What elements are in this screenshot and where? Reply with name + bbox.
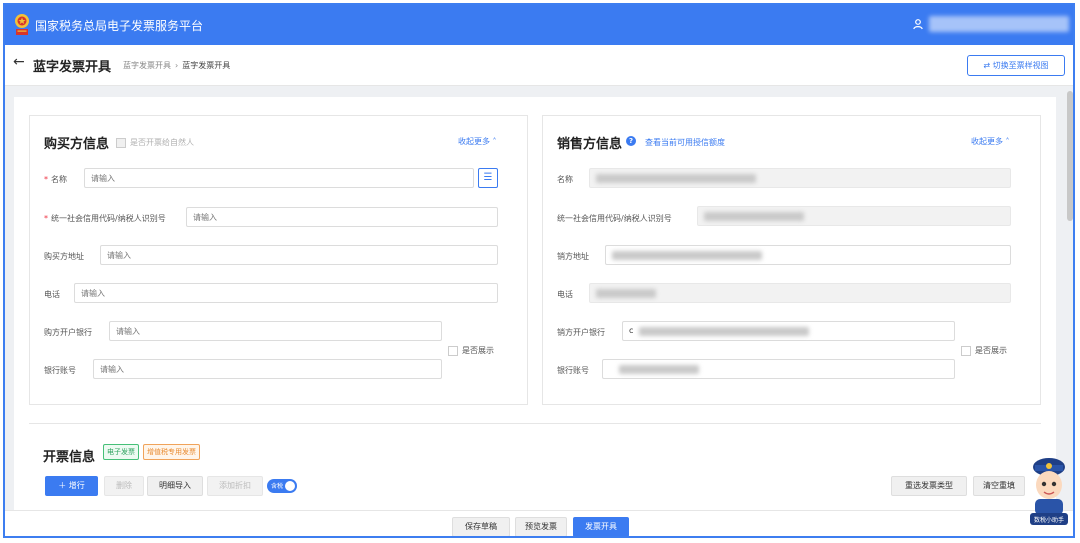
- issue-invoice-button[interactable]: 发票开具: [573, 517, 629, 536]
- seller-panel: 销售方信息 ? 查看当前可用授信额度 收起更多 ˄ 名称 统一社会信用代码/纳税…: [542, 115, 1041, 405]
- redacted-value: [639, 327, 809, 336]
- tax-included-toggle[interactable]: 含税: [267, 479, 297, 493]
- redacted-value: [619, 365, 699, 374]
- seller-bank-label: 销方开户银行: [557, 328, 605, 337]
- buyer-show-checkbox[interactable]: 是否展示: [448, 345, 494, 356]
- add-discount-button[interactable]: 添加折扣: [207, 476, 263, 496]
- checkbox-box[interactable]: [961, 345, 971, 356]
- redacted-value: [704, 212, 804, 221]
- clear-refill-button[interactable]: 清空重填: [973, 476, 1025, 496]
- buyer-phone-label: 电话: [44, 290, 60, 299]
- redacted-value: [596, 289, 656, 298]
- user-icon[interactable]: [912, 18, 924, 30]
- buyer-taxid-label: * 统一社会信用代码/纳税人识别号: [44, 214, 166, 223]
- buyer-panel-title: 购买方信息: [44, 137, 110, 152]
- add-row-label: 增行: [68, 481, 85, 490]
- assistant-avatar-icon[interactable]: 数税小助手: [1027, 453, 1071, 527]
- user-name[interactable]: [929, 16, 1069, 32]
- buyer-bank-label: 购方开户银行: [44, 328, 92, 337]
- seller-taxid-label: 统一社会信用代码/纳税人识别号: [557, 214, 672, 223]
- tag-vat-special-invoice: 增值税专用发票: [143, 444, 200, 460]
- help-icon[interactable]: ?: [626, 136, 636, 146]
- quota-link[interactable]: 查看当前可用授信额度: [645, 137, 725, 148]
- buyer-select-button[interactable]: ☰: [478, 168, 498, 188]
- buyer-taxid-input[interactable]: [186, 207, 498, 227]
- seller-bank-input[interactable]: c: [622, 321, 955, 341]
- seller-phone-label: 电话: [557, 290, 573, 299]
- tax-included-label: 含税: [271, 483, 284, 490]
- buyer-address-input[interactable]: [100, 245, 498, 265]
- breadcrumb-current: 蓝字发票开具: [182, 61, 231, 70]
- reselect-invoice-type-button[interactable]: 重选发票类型: [891, 476, 967, 496]
- required-mark: *: [44, 175, 48, 184]
- buyer-address-label: 购买方地址: [44, 252, 84, 261]
- back-arrow-icon[interactable]: ←: [13, 54, 25, 70]
- natural-person-checkbox[interactable]: 是否开票给自然人: [116, 137, 194, 148]
- invoice-info-section: 开票信息 电子发票 增值税专用发票 ＋ 增行 删除 明细导入 添加折扣 含税 重…: [29, 423, 1041, 518]
- add-row-button[interactable]: ＋ 增行: [45, 476, 98, 496]
- buyer-bank-input[interactable]: [109, 321, 442, 341]
- main-content: 购买方信息 是否开票给自然人 收起更多 ˄ *名称 ☰ *统一社会信用代码/纳税…: [14, 97, 1056, 517]
- seller-name-field: [589, 168, 1011, 188]
- page-title: 蓝字发票开具: [33, 60, 112, 75]
- seller-panel-title: 销售方信息: [557, 137, 623, 152]
- buyer-account-label: 银行账号: [44, 366, 76, 375]
- seller-collapse-label: 收起更多: [971, 137, 1003, 146]
- toggle-knob: [285, 481, 295, 491]
- seller-bank-prefix: c: [629, 326, 634, 335]
- save-draft-button[interactable]: 保存草稿: [452, 517, 510, 536]
- required-mark: *: [44, 214, 48, 223]
- buyer-phone-input[interactable]: [74, 283, 498, 303]
- chevron-right-icon: ›: [175, 61, 179, 70]
- checkbox-box[interactable]: [448, 345, 458, 356]
- buyer-account-input[interactable]: [93, 359, 442, 379]
- invoice-info-title: 开票信息: [43, 450, 96, 465]
- natural-person-label: 是否开票给自然人: [130, 138, 194, 147]
- seller-show-checkbox[interactable]: 是否展示: [961, 345, 1007, 356]
- breadcrumb: 蓝字发票开具 › 蓝字发票开具: [123, 60, 230, 71]
- list-icon: ☰: [483, 172, 493, 183]
- app-title: 国家税务总局电子发票服务平台: [35, 19, 204, 33]
- buyer-collapse-label: 收起更多: [458, 137, 490, 146]
- scrollbar[interactable]: [1067, 91, 1073, 221]
- seller-phone-field: [589, 283, 1011, 303]
- top-bar: 国家税务总局电子发票服务平台: [5, 5, 1073, 45]
- switch-view-label: 切换至票样视图: [992, 61, 1049, 70]
- buyer-panel: 购买方信息 是否开票给自然人 收起更多 ˄ *名称 ☰ *统一社会信用代码/纳税…: [29, 115, 528, 405]
- tax-emblem-icon: [15, 14, 29, 35]
- page-header: ← 蓝字发票开具 蓝字发票开具 › 蓝字发票开具 ⇄ 切换至票样视图: [5, 45, 1073, 86]
- tag-electronic-invoice: 电子发票: [103, 444, 139, 460]
- buyer-name-label: * 名称: [44, 175, 67, 184]
- swap-icon: ⇄: [983, 61, 991, 70]
- app-window: 国家税务总局电子发票服务平台 ← 蓝字发票开具 蓝字发票开具 › 蓝字发票开具 ⇄ …: [3, 3, 1075, 538]
- chevron-up-icon: ˄: [490, 137, 497, 146]
- preview-invoice-button[interactable]: 预览发票: [515, 517, 567, 536]
- seller-taxid-field: [697, 206, 1011, 226]
- buyer-name-input[interactable]: [84, 168, 474, 188]
- seller-name-label: 名称: [557, 175, 573, 184]
- assistant-caption: 数税小助手: [1034, 516, 1064, 524]
- footer-bar: 保存草稿 预览发票 发票开具: [5, 510, 1073, 536]
- buyer-show-label: 是否展示: [462, 346, 494, 355]
- buyer-collapse-link[interactable]: 收起更多 ˄: [458, 136, 497, 147]
- seller-show-label: 是否展示: [975, 346, 1007, 355]
- import-details-button[interactable]: 明细导入: [147, 476, 203, 496]
- checkbox-box[interactable]: [116, 137, 126, 148]
- plus-icon: ＋: [58, 481, 69, 490]
- redacted-value: [596, 174, 756, 183]
- seller-collapse-link[interactable]: 收起更多 ˄: [971, 136, 1010, 147]
- switch-view-button[interactable]: ⇄ 切换至票样视图: [967, 55, 1065, 76]
- chevron-up-icon: ˄: [1003, 137, 1010, 146]
- breadcrumb-item[interactable]: 蓝字发票开具: [123, 61, 171, 70]
- redacted-value: [612, 251, 762, 260]
- seller-account-label: 银行账号: [557, 366, 589, 375]
- seller-address-input[interactable]: [605, 245, 1011, 265]
- delete-button[interactable]: 删除: [104, 476, 144, 496]
- seller-account-input[interactable]: [602, 359, 955, 379]
- seller-address-label: 销方地址: [557, 252, 589, 261]
